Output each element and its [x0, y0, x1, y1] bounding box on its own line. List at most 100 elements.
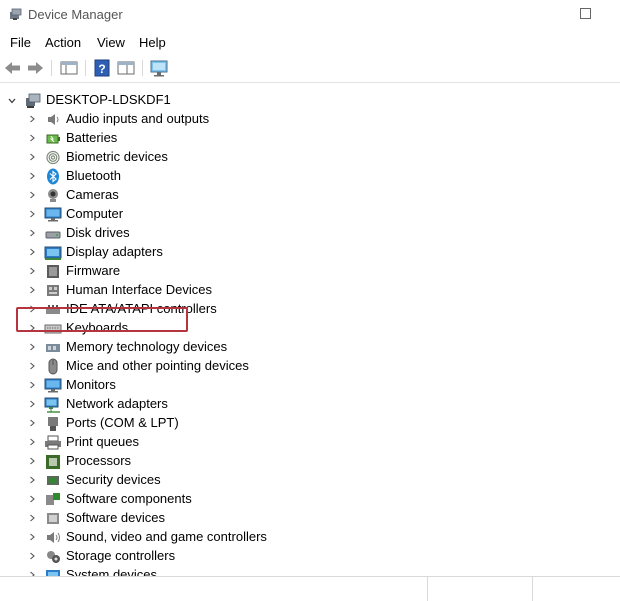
toolbar-separator — [51, 60, 52, 76]
chevron-right-icon[interactable] — [28, 495, 36, 503]
title-bar: Device Manager — [0, 0, 620, 30]
tree-item-label: Bluetooth — [66, 168, 121, 183]
tree-item-memory-technology-devices[interactable]: Memory technology devices — [0, 338, 620, 357]
chevron-right-icon[interactable] — [28, 533, 36, 541]
tree-item-batteries[interactable]: Batteries — [0, 129, 620, 148]
tree-item-label: Security devices — [66, 472, 161, 487]
status-bar — [0, 576, 620, 601]
chevron-right-icon[interactable] — [28, 514, 36, 522]
forward-arrow-icon[interactable] — [25, 58, 45, 78]
tree-item-cameras[interactable]: Cameras — [0, 186, 620, 205]
chevron-down-icon[interactable] — [8, 97, 16, 105]
tree-item-label: Network adapters — [66, 396, 168, 411]
tree-item-ports-com-lpt[interactable]: Ports (COM & LPT) — [0, 414, 620, 433]
tree-item-label: Ports (COM & LPT) — [66, 415, 179, 430]
toolbar: ? — [0, 55, 620, 81]
menu-help[interactable]: Help — [138, 35, 167, 50]
memory-icon — [46, 344, 60, 352]
chevron-right-icon[interactable] — [28, 267, 36, 275]
tree-item-computer[interactable]: Computer — [0, 205, 620, 224]
tree-item-bluetooth[interactable]: Bluetooth — [0, 167, 620, 186]
tree-item-processors[interactable]: Processors — [0, 452, 620, 471]
chevron-right-icon[interactable] — [28, 438, 36, 446]
svg-text:?: ? — [98, 62, 105, 76]
help-icon[interactable]: ? — [92, 58, 112, 78]
tree-item-software-components[interactable]: Software components — [0, 490, 620, 509]
tree-item-monitors[interactable]: Monitors — [0, 376, 620, 395]
tree-item-label: Storage controllers — [66, 548, 176, 563]
tree-item-label: Disk drives — [66, 225, 130, 240]
maximize-button[interactable] — [574, 4, 596, 24]
tree-item-storage-controllers[interactable]: Storage controllers — [0, 547, 620, 566]
chevron-right-icon[interactable] — [28, 286, 36, 294]
tree-item-mice-and-other-pointing-devices[interactable]: Mice and other pointing devices — [0, 357, 620, 376]
chevron-right-icon[interactable] — [28, 210, 36, 218]
tree-item-label: Processors — [66, 453, 132, 468]
bluetooth-icon — [47, 168, 59, 185]
status-divider — [532, 577, 533, 601]
tree-item-label: Computer — [66, 206, 124, 221]
tree-item-label: Display adapters — [66, 244, 163, 259]
chevron-right-icon[interactable] — [28, 115, 36, 123]
battery-icon — [46, 134, 60, 144]
menu-view[interactable]: View — [96, 35, 126, 50]
tree-item-label: Biometric devices — [66, 149, 168, 164]
chevron-right-icon[interactable] — [28, 248, 36, 256]
tree-item-network-adapters[interactable]: Network adapters — [0, 395, 620, 414]
tree-root-label: DESKTOP-LDSKDF1 — [46, 92, 171, 107]
tree-item-human-interface-devices[interactable]: Human Interface Devices — [0, 281, 620, 300]
chevron-right-icon[interactable] — [28, 172, 36, 180]
chevron-right-icon[interactable] — [28, 419, 36, 427]
storage-icon — [47, 551, 60, 563]
properties-icon[interactable] — [116, 58, 136, 78]
status-divider — [427, 577, 428, 601]
device-manager-app-icon — [10, 8, 22, 20]
tree-item-audio-inputs-and-outputs[interactable]: Audio inputs and outputs — [0, 110, 620, 129]
security-icon — [47, 476, 59, 485]
tree-item-display-adapters[interactable]: Display adapters — [0, 243, 620, 262]
chevron-right-icon[interactable] — [28, 153, 36, 161]
chevron-right-icon[interactable] — [28, 362, 36, 370]
tree-item-label: Memory technology devices — [66, 339, 228, 354]
hid-icon — [47, 285, 59, 296]
tree-item-firmware[interactable]: Firmware — [0, 262, 620, 281]
disk-drive-icon — [45, 231, 61, 239]
fingerprint-icon — [46, 150, 60, 165]
camera-icon — [48, 189, 58, 202]
firmware-icon — [47, 265, 59, 278]
chevron-right-icon[interactable] — [28, 457, 36, 465]
tree-item-label: Monitors — [66, 377, 116, 392]
chevron-right-icon[interactable] — [28, 400, 36, 408]
chevron-right-icon[interactable] — [28, 229, 36, 237]
chevron-right-icon[interactable] — [28, 191, 36, 199]
mouse-icon — [48, 358, 58, 375]
tree-item-sound-video-and-game-controllers[interactable]: Sound, video and game controllers — [0, 528, 620, 547]
console-tree-icon[interactable] — [59, 58, 79, 78]
tree-item-label: Sound, video and game controllers — [66, 529, 267, 544]
printer-icon — [45, 435, 61, 450]
maximize-icon — [580, 8, 591, 19]
tree-item-software-devices[interactable]: Software devices — [0, 509, 620, 528]
chevron-right-icon[interactable] — [28, 343, 36, 351]
tree-item-security-devices[interactable]: Security devices — [0, 471, 620, 490]
back-arrow-icon[interactable] — [3, 58, 23, 78]
scan-hardware-icon[interactable] — [149, 58, 169, 78]
tree-item-print-queues[interactable]: Print queues — [0, 433, 620, 452]
tree-item-biometric-devices[interactable]: Biometric devices — [0, 148, 620, 167]
chevron-right-icon[interactable] — [28, 381, 36, 389]
menu-action[interactable]: Action — [44, 35, 82, 50]
chevron-right-icon[interactable] — [28, 134, 36, 142]
sound-icon — [47, 532, 60, 543]
tree-item-disk-drives[interactable]: Disk drives — [0, 224, 620, 243]
chevron-right-icon[interactable] — [28, 476, 36, 484]
software-component-icon — [46, 493, 60, 505]
tree-root-row[interactable]: DESKTOP-LDSKDF1 — [0, 91, 620, 110]
tree-item-label: Cameras — [66, 187, 119, 202]
chevron-right-icon[interactable] — [28, 552, 36, 560]
tree-item-label: Human Interface Devices — [66, 282, 212, 297]
tree-item-label: Firmware — [66, 263, 121, 278]
monitor-icon — [44, 207, 62, 222]
port-icon — [48, 417, 58, 431]
software-device-icon — [47, 513, 59, 524]
menu-file[interactable]: File — [9, 35, 32, 50]
